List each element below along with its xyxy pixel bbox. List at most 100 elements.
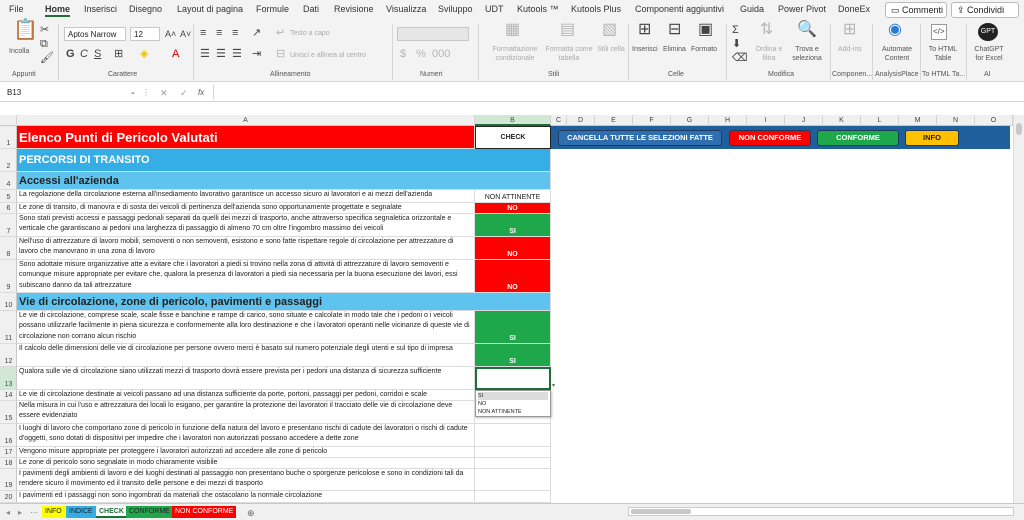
insert-cells-icon[interactable]: ⊞ <box>638 22 651 38</box>
menu-home[interactable]: Home <box>45 4 71 17</box>
check-value[interactable]: NO <box>475 237 551 260</box>
col-header-d[interactable]: D <box>567 115 595 126</box>
row-header[interactable]: 18 <box>0 458 17 469</box>
menu-sviluppo[interactable]: Sviluppo <box>438 4 473 14</box>
col-header-n[interactable]: N <box>937 115 975 126</box>
tab-check[interactable]: CHECK <box>96 506 127 518</box>
checklist-item[interactable]: Le vie di circolazione, comprese scale, … <box>17 311 475 344</box>
clear-icon[interactable]: ⌫ <box>732 52 748 64</box>
row-header[interactable]: 2 <box>0 149 17 172</box>
menu-kutools[interactable]: Kutools ™ <box>517 4 559 14</box>
cut-icon[interactable]: ✂ <box>40 24 49 36</box>
checklist-item[interactable]: I pavimenti ed i passaggi non sono ingom… <box>17 491 475 503</box>
col-header-c[interactable]: C <box>551 115 567 126</box>
automate-content-label[interactable]: Automate Content <box>876 45 918 63</box>
comments-button[interactable]: ▭ Commenti <box>885 2 947 18</box>
checklist-item[interactable]: Nella misura in cui l'uso e attrezzatura… <box>17 401 475 424</box>
tab-indice[interactable]: INDICE <box>66 506 96 518</box>
check-value[interactable] <box>475 469 551 491</box>
sheet-title[interactable]: Elenco Punti di Pericolo Valutati <box>17 126 475 149</box>
non-conforme-button[interactable]: NON CONFORME <box>729 130 811 146</box>
format-table-label[interactable]: Formatta come tabella <box>540 45 598 63</box>
row-header[interactable]: 4 <box>0 172 17 190</box>
checklist-item[interactable]: Le zone di transito, di manovra e di sos… <box>17 203 475 214</box>
checklist-item[interactable]: Il calcolo delle dimensioni delle vie di… <box>17 344 475 367</box>
menu-udt[interactable]: UDT <box>485 4 504 14</box>
menu-disegno[interactable]: Disegno <box>129 4 162 14</box>
h-scroll-thumb[interactable] <box>631 509 691 514</box>
col-header-l[interactable]: L <box>861 115 899 126</box>
font-size-select[interactable]: 12 <box>130 27 160 41</box>
col-header-b[interactable]: B <box>475 115 551 126</box>
row-header[interactable]: 7 <box>0 214 17 237</box>
row-header[interactable]: 16 <box>0 424 17 447</box>
subsection-header[interactable]: Accessi all'azienda <box>17 172 551 190</box>
fill-color-icon[interactable]: ◈ <box>140 48 148 60</box>
checklist-item[interactable]: Nell'uso di attrezzature di lavoro mobil… <box>17 237 475 260</box>
clear-selections-button[interactable]: CANCELLA TUTTE LE SELEZIONI FATTE <box>558 130 722 146</box>
menu-kutools-plus[interactable]: Kutools Plus <box>571 4 621 14</box>
menu-componenti[interactable]: Componenti aggiuntivi <box>635 4 724 14</box>
decrease-font-icon[interactable]: A˅ <box>180 28 191 40</box>
checklist-item[interactable]: I pavimenti degli ambienti di lavoro e d… <box>17 469 475 491</box>
merge-label[interactable]: Unisci e allinea al centro <box>290 51 366 60</box>
scroll-thumb[interactable] <box>1016 123 1022 135</box>
indent-icon[interactable]: ⇥ <box>252 48 261 60</box>
dropdown-arrow-icon[interactable]: ▾ <box>552 380 555 392</box>
paste-icon[interactable]: 📋 <box>13 20 38 40</box>
subsection-header[interactable]: Vie di circolazione, zone di pericolo, p… <box>17 293 551 311</box>
dropdown-option[interactable]: NON ATTINENTE <box>478 408 548 416</box>
checklist-item[interactable]: La regolazione della circolazione estern… <box>17 190 475 203</box>
col-header-i[interactable]: I <box>747 115 785 126</box>
number-format-select[interactable] <box>397 27 469 41</box>
align-left-icon[interactable]: ☰ <box>200 48 210 60</box>
wrap-text-label[interactable]: Testo a capo <box>290 29 330 38</box>
check-value[interactable]: NO <box>475 203 551 214</box>
autosum-icon[interactable]: Σ <box>732 24 739 36</box>
percent-icon[interactable]: % <box>416 48 426 60</box>
dropdown-option[interactable]: SI <box>478 392 548 400</box>
sort-filter-label[interactable]: Ordina e filtra <box>752 45 786 63</box>
info-button[interactable]: INFO <box>905 130 959 146</box>
currency-icon[interactable]: $ <box>400 48 406 60</box>
menu-power-pivot[interactable]: Power Pivot <box>778 4 826 14</box>
orientation-icon[interactable]: ↗ <box>252 27 261 39</box>
italic-icon[interactable]: C <box>80 48 88 60</box>
menu-formule[interactable]: Formule <box>256 4 289 14</box>
select-all[interactable] <box>0 115 17 126</box>
checklist-item[interactable]: Qualora sulle vie di circolazione siano … <box>17 367 475 390</box>
col-header-j[interactable]: J <box>785 115 823 126</box>
borders-icon[interactable]: ⊞ <box>114 48 123 60</box>
font-color-icon[interactable]: A <box>172 48 179 60</box>
row-header[interactable]: 11 <box>0 311 17 344</box>
row-header[interactable]: 10 <box>0 293 17 311</box>
automate-content-icon[interactable]: ◉ <box>888 22 902 38</box>
col-header-o[interactable]: O <box>975 115 1013 126</box>
menu-file[interactable]: File <box>9 4 24 14</box>
merge-icon[interactable]: ⊟ <box>276 48 285 60</box>
row-header[interactable]: 17 <box>0 447 17 458</box>
cond-format-label[interactable]: Formattazione condizionale <box>486 45 544 63</box>
dropdown-option[interactable]: NO <box>478 400 548 408</box>
row-header[interactable]: 6 <box>0 203 17 214</box>
checklist-item[interactable]: Vengono misure appropriate per protegger… <box>17 447 475 458</box>
name-box[interactable]: B13 <box>4 86 136 100</box>
col-header-a[interactable]: A <box>17 115 475 126</box>
addins-icon[interactable]: ⊞ <box>843 22 856 38</box>
checklist-item[interactable]: Sono adottate misure organizzative atte … <box>17 260 475 293</box>
bold-icon[interactable]: G <box>66 48 75 60</box>
tab-scroll-left-icon[interactable]: ◂ <box>6 507 10 519</box>
fill-icon[interactable]: ⬇ <box>732 38 741 50</box>
checklist-item[interactable]: I luoghi di lavoro che comportano zone d… <box>17 424 475 447</box>
check-value[interactable]: SI <box>475 214 551 237</box>
delete-label[interactable]: Elimina <box>663 45 686 54</box>
check-header[interactable]: CHECK <box>475 126 551 149</box>
checklist-item[interactable]: Le zone di pericolo sono segnalate in mo… <box>17 458 475 469</box>
chatgpt-icon[interactable]: GPT <box>978 23 998 41</box>
row-header[interactable]: 13 <box>0 367 17 390</box>
align-bottom-icon[interactable]: ≡ <box>232 27 238 39</box>
insert-label[interactable]: Inserisci <box>632 45 658 54</box>
check-value[interactable] <box>475 447 551 458</box>
cond-format-icon[interactable]: ▦ <box>505 22 520 38</box>
row-header[interactable]: 14 <box>0 390 17 401</box>
